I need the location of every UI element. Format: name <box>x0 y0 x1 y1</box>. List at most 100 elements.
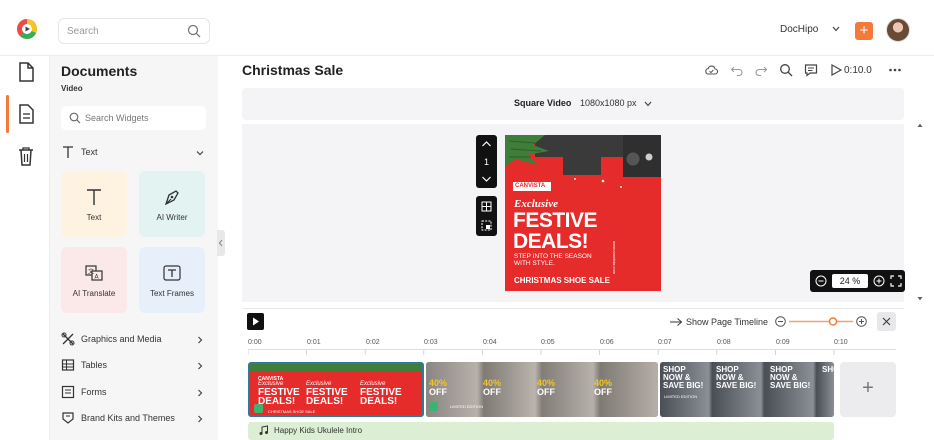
page-tools <box>476 196 497 236</box>
scene-text: SHOP <box>822 365 834 374</box>
select-frame-icon[interactable] <box>481 220 492 231</box>
scene-clip-2[interactable]: 40% OFF 40% OFF 40% OFF 40% OFF LIMITED … <box>426 362 658 417</box>
comment-icon[interactable] <box>804 63 818 77</box>
show-page-timeline-toggle[interactable]: Show Page Timeline <box>686 317 768 327</box>
canvas-size-selector[interactable]: Square Video 1080x1080 px <box>242 88 904 120</box>
panel-subtitle: Video <box>61 84 83 93</box>
add-scene-button[interactable]: + <box>840 362 896 417</box>
trash-icon[interactable] <box>17 146 35 166</box>
page-icon[interactable] <box>17 62 35 82</box>
fullscreen-icon[interactable] <box>890 275 902 287</box>
zoom-in-icon[interactable] <box>873 275 885 287</box>
design-canvas[interactable]: CANVISTA Exclusive FESTIVE DEALS! STEP I… <box>505 135 661 291</box>
close-icon[interactable] <box>877 312 896 331</box>
dochipo-logo[interactable] <box>16 18 38 40</box>
arrow-right-icon <box>669 317 683 327</box>
text-t-icon <box>61 145 75 159</box>
section-brand-kits[interactable]: Brand Kits and Themes <box>61 411 206 427</box>
chevron-right-icon[interactable] <box>196 336 204 344</box>
chevron-up-icon[interactable] <box>481 140 492 148</box>
timeline-ruler[interactable] <box>248 349 896 355</box>
chevron-down-icon[interactable] <box>644 101 652 107</box>
timeline-play-button[interactable] <box>247 313 264 330</box>
chevron-right-icon[interactable] <box>196 389 204 397</box>
ruler-label: 0:02 <box>366 339 380 346</box>
add-button[interactable]: + <box>855 22 873 40</box>
tile-text-frames[interactable]: Text Frames <box>139 247 205 313</box>
form-icon <box>61 385 75 399</box>
zoom-level[interactable]: 24 % <box>832 274 868 288</box>
tile-ai-translate[interactable]: 文A AI Translate <box>61 247 127 313</box>
page-navigator[interactable]: 1 <box>476 135 497 188</box>
tile-text[interactable]: Text <box>61 171 127 237</box>
chevron-down-icon[interactable] <box>832 26 840 32</box>
more-options-icon[interactable] <box>888 63 902 77</box>
section-forms[interactable]: Forms <box>61 385 206 401</box>
scene-select-icon[interactable] <box>254 404 263 413</box>
scene-select-icon[interactable] <box>429 402 438 411</box>
workspace-name[interactable]: DocHipo <box>780 24 818 35</box>
svg-text:文: 文 <box>88 268 94 276</box>
poster-footer: CHRISTMAS SHOE SALE <box>514 276 611 285</box>
section-label: Text <box>81 147 98 157</box>
rail-active-indicator <box>6 95 9 133</box>
poster-line3: DEALS! <box>513 230 589 253</box>
text-frame-icon <box>162 263 182 283</box>
search-input[interactable] <box>67 23 177 39</box>
graphics-icon <box>61 332 75 346</box>
section-graphics-media[interactable]: Graphics and Media <box>61 332 206 348</box>
audio-track[interactable]: Happy Kids Ukulele Intro <box>248 422 834 440</box>
ruler-label: 0:10 <box>834 339 848 346</box>
tile-label: AI Translate <box>72 289 116 298</box>
ruler-label: 0:01 <box>307 339 321 346</box>
ruler-label: 0:09 <box>776 339 790 346</box>
redo-icon[interactable] <box>754 63 768 77</box>
size-label: Square Video <box>514 98 572 108</box>
scene-clip-3[interactable]: SHOP NOW & SAVE BIG! SHOP NOW & SAVE BIG… <box>660 362 834 417</box>
ruler-label: 0:04 <box>483 339 497 346</box>
grid-icon[interactable] <box>481 201 492 212</box>
size-value: 1080x1080 px <box>580 98 637 108</box>
tile-label: Text Frames <box>149 289 194 298</box>
user-avatar[interactable] <box>886 18 910 42</box>
zoom-out-icon[interactable] <box>815 275 827 287</box>
canvas-scrollbar[interactable] <box>917 122 923 302</box>
chevron-right-icon[interactable] <box>196 362 204 370</box>
section-text[interactable]: Text <box>61 145 206 161</box>
scene-text: DEALS! <box>306 396 344 407</box>
scene-text: SAVE BIG! <box>770 381 811 390</box>
document-title[interactable]: Christmas Sale <box>242 62 343 78</box>
widget-search[interactable] <box>61 106 206 130</box>
chevron-down-icon[interactable] <box>481 175 492 183</box>
global-search[interactable] <box>58 18 210 44</box>
undo-icon[interactable] <box>730 63 744 77</box>
tile-label: AI Writer <box>156 213 188 222</box>
chevron-down-icon[interactable] <box>196 149 204 157</box>
page-number: 1 <box>483 157 489 167</box>
scene-clip-1[interactable]: CANVISTA Exclusive FESTIVE DEALS! Exclus… <box>248 362 424 417</box>
scene-text: OFF <box>429 387 447 397</box>
zoom-control: 24 % <box>810 270 905 292</box>
section-tables[interactable]: Tables <box>61 358 206 374</box>
ruler-label: 0:00 <box>248 339 262 346</box>
panel-title: Documents <box>61 63 138 79</box>
pen-nib-icon <box>162 187 182 207</box>
table-icon <box>61 358 75 372</box>
chevron-right-icon[interactable] <box>196 415 204 423</box>
widget-search-input[interactable] <box>85 111 197 125</box>
timeline-zoom-slider[interactable] <box>775 315 869 328</box>
ruler-label: 0:08 <box>717 339 731 346</box>
scene-greenery <box>250 364 422 371</box>
cloud-save-icon[interactable] <box>704 63 718 77</box>
tile-ai-writer[interactable]: AI Writer <box>139 171 205 237</box>
tile-label: Text <box>86 213 102 222</box>
search-icon[interactable] <box>187 24 201 38</box>
play-preview-icon[interactable] <box>829 63 843 77</box>
document-icon[interactable] <box>17 104 35 124</box>
audio-track-label: Happy Kids Ukulele Intro <box>274 426 363 435</box>
panel-collapse-handle[interactable] <box>217 230 225 256</box>
close-timeline-button[interactable] <box>877 312 896 331</box>
translate-icon: 文A <box>84 263 104 283</box>
search-icon <box>69 112 81 124</box>
search-icon[interactable] <box>779 63 793 77</box>
